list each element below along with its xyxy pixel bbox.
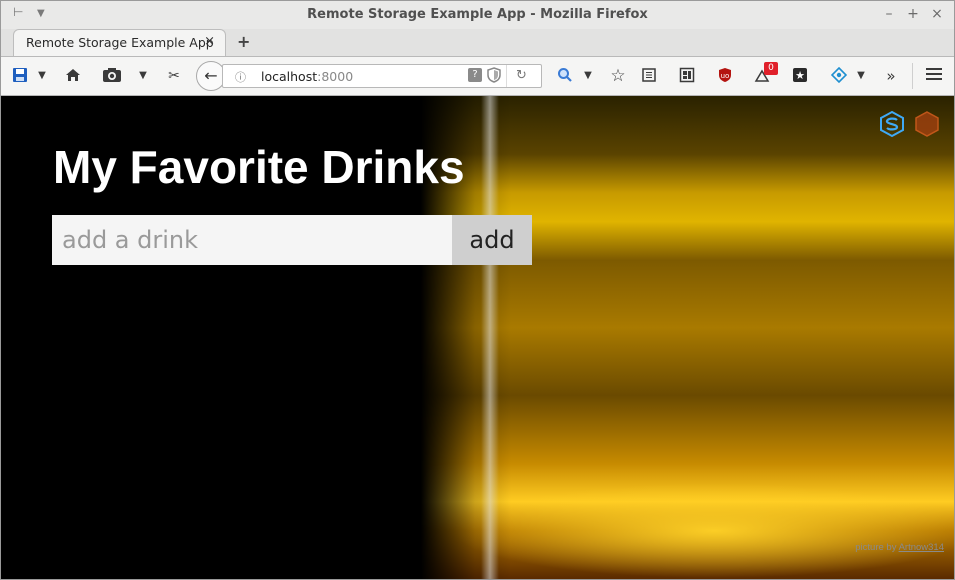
- containers-icon[interactable]: [678, 67, 696, 85]
- close-window-button[interactable]: ×: [928, 5, 946, 23]
- diamond-icon[interactable]: [830, 66, 848, 85]
- save-dropdown-icon[interactable]: ▼: [35, 67, 49, 85]
- remotestorage-logo-icon[interactable]: [878, 110, 906, 138]
- window-title: Remote Storage Example App - Mozilla Fir…: [307, 7, 648, 22]
- scissors-icon[interactable]: ✂: [164, 67, 184, 85]
- minimize-button[interactable]: –: [880, 5, 898, 23]
- nav-toolbar: ▼ ▼ ✂ ← ⓘ localhost:8000 ? ↻ ▼ ☆ uo 0 ★ …: [1, 57, 954, 96]
- save-icon[interactable]: [11, 67, 29, 85]
- url-port: :8000: [317, 69, 354, 84]
- screenshot-dropdown-icon[interactable]: ▼: [136, 67, 150, 85]
- extension-dropdown-icon[interactable]: ▼: [854, 67, 868, 85]
- page-content: My Favorite Drinks add picture by Artnow…: [1, 96, 954, 579]
- credit-link[interactable]: Artnow314: [899, 542, 944, 553]
- search-icon[interactable]: [556, 67, 574, 85]
- back-icon: ←: [204, 66, 218, 85]
- page-title: My Favorite Drinks: [53, 141, 465, 193]
- tab-close-icon[interactable]: ×: [204, 34, 215, 49]
- photo-credit: picture by Artnow314: [855, 542, 944, 553]
- menu-icon[interactable]: [924, 67, 944, 85]
- url-divider: [506, 65, 507, 87]
- shield-icon[interactable]: [487, 67, 501, 87]
- url-host: localhost: [261, 69, 318, 84]
- extension-icon[interactable]: ★: [791, 67, 809, 85]
- search-dropdown-icon[interactable]: ▼: [581, 67, 595, 85]
- info-icon[interactable]: ⓘ: [235, 69, 246, 85]
- background-photo: [421, 96, 954, 579]
- help-icon[interactable]: ?: [468, 68, 482, 82]
- browser-window: ⊢ ▼ Remote Storage Example App - Mozilla…: [0, 0, 955, 580]
- svg-text:uo: uo: [721, 72, 730, 80]
- svg-text:★: ★: [795, 69, 805, 82]
- tab-remote-storage[interactable]: Remote Storage Example App ×: [13, 29, 226, 56]
- star-icon[interactable]: ☆: [608, 67, 628, 85]
- tab-label: Remote Storage Example App: [26, 35, 214, 50]
- drink-input[interactable]: [52, 215, 452, 265]
- credit-prefix: picture by: [855, 542, 899, 553]
- new-tab-button[interactable]: +: [237, 32, 250, 51]
- widget-hexagon-icon[interactable]: [913, 110, 941, 138]
- tab-strip: Remote Storage Example App × +: [1, 29, 954, 57]
- notification-badge: 0: [764, 62, 778, 75]
- overflow-icon[interactable]: »: [882, 67, 900, 85]
- url-text[interactable]: localhost:8000: [261, 69, 353, 84]
- url-bar[interactable]: ⓘ localhost:8000 ? ↻: [222, 64, 542, 88]
- reader-icon[interactable]: [640, 67, 658, 85]
- title-bar: ⊢ ▼ Remote Storage Example App - Mozilla…: [1, 1, 954, 29]
- ublock-icon[interactable]: uo: [716, 67, 734, 85]
- screenshot-icon[interactable]: [101, 67, 123, 85]
- reload-icon[interactable]: ↻: [516, 68, 527, 83]
- add-button[interactable]: add: [452, 215, 532, 265]
- home-icon[interactable]: [63, 67, 83, 85]
- toolbar-divider: [912, 63, 913, 89]
- maximize-button[interactable]: +: [904, 5, 922, 23]
